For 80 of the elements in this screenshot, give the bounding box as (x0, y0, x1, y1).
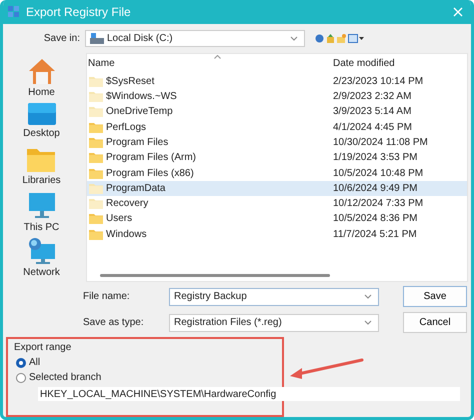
file-name: Recovery (106, 198, 148, 210)
chevron-icon (364, 320, 372, 325)
file-name: Windows (106, 228, 147, 240)
save-as-type-label: Save as type: (83, 317, 145, 328)
house-icon (26, 56, 56, 85)
close-icon[interactable] (453, 6, 463, 17)
file-name: OneDriveTemp (106, 106, 173, 118)
folder-icon (89, 213, 103, 224)
date-cell-text: 10/12/2024 7:33 PM (333, 198, 424, 210)
column-header[interactable]: Name (87, 58, 333, 70)
chevron-icon (290, 36, 298, 42)
sidebar-item[interactable]: Home (26, 56, 56, 99)
export-range-title: Export range (14, 342, 72, 353)
file-name: Program Files (106, 136, 168, 148)
folder-icon (89, 182, 103, 194)
column-header[interactable]: Date modified (333, 58, 467, 70)
file-row[interactable]: Program Files 10/30/2024 11:08 PM (87, 134, 467, 150)
date-cell-text: 10/6/2024 9:49 PM (333, 182, 419, 194)
branch-field[interactable]: HKEY_LOCAL_MACHINE\SYSTEM\HardwareConfig (38, 387, 460, 401)
date-cell-text: 10/5/2024 10:48 PM (333, 168, 424, 179)
view-menu-icon[interactable] (348, 34, 365, 44)
sidebar-item[interactable]: Desktop (23, 102, 60, 144)
folder-icon (89, 122, 103, 133)
registry-icon (8, 6, 20, 18)
file-name: $Windows.~WS (106, 91, 177, 102)
folder-icon (89, 106, 103, 118)
file-row[interactable]: ProgramData 10/6/2024 9:49 PM (87, 180, 467, 196)
date-cell-text: 4/1/2024 4:45 PM (333, 122, 413, 133)
monitor-icon (26, 192, 56, 220)
file-name: Users (106, 213, 132, 224)
file-row[interactable]: Program Files (x86) 10/5/2024 10:48 PM (87, 165, 467, 181)
file-row[interactable]: OneDriveTemp 3/9/2023 5:14 AM (87, 104, 467, 120)
save-in-dropdown[interactable]: Local Disk (C:) (85, 30, 305, 48)
file-name: Program Files (x86) (106, 168, 194, 179)
date-cell-text: 2/23/2023 10:14 PM (333, 76, 424, 87)
save-in-label: Save in: (42, 33, 81, 44)
drive-icon (90, 33, 104, 44)
radio-option[interactable]: All (16, 357, 276, 368)
date-cell-text: 2/9/2023 2:32 AM (333, 91, 412, 102)
date-cell-text: 10/5/2024 8:36 PM (333, 213, 419, 224)
date-cell-text: 10/30/2024 11:08 PM (333, 136, 429, 148)
file-type-dropdown[interactable]: Registration Files (*.reg) (169, 314, 379, 332)
sort-caret-icon (214, 54, 221, 59)
folder-icon (89, 91, 103, 102)
save-button[interactable]: Save (403, 286, 467, 307)
folder-icon (89, 136, 103, 148)
file-row[interactable]: Recovery 10/12/2024 7:33 PM (87, 196, 467, 212)
folder-icon (89, 76, 103, 87)
file-name: $SysReset (106, 76, 154, 87)
file-row[interactable]: $SysReset 2/23/2023 10:14 PM (87, 74, 467, 89)
date-cell-text: 3/9/2023 5:14 AM (333, 106, 412, 118)
sidebar-item[interactable]: Libraries (22, 146, 61, 189)
desktop-icon (26, 102, 56, 126)
folder-icon (89, 198, 103, 210)
folder-icon (89, 228, 103, 240)
file-row[interactable]: PerfLogs 4/1/2024 4:45 PM (87, 120, 467, 135)
date-cell-text: 1/19/2024 3:53 PM (333, 152, 419, 164)
network-icon (26, 236, 56, 265)
new-folder-icon[interactable] (337, 34, 346, 44)
window-title: Export Registry File (26, 4, 132, 19)
radio-option[interactable]: Selected branch (16, 372, 276, 383)
file-name: PerfLogs (106, 122, 146, 133)
folder-icon (89, 168, 103, 179)
date-cell-text: 11/7/2024 5:21 PM (333, 228, 418, 240)
file-name-label: File name: (83, 291, 131, 302)
sidebar-item[interactable]: Network (23, 236, 60, 279)
file-row[interactable]: $Windows.~WS 2/9/2023 2:32 AM (87, 88, 467, 104)
file-name-field[interactable]: Registry Backup (169, 288, 379, 306)
file-name: ProgramData (106, 182, 166, 194)
file-row[interactable]: Program Files (Arm) 1/19/2024 3:53 PM (87, 150, 467, 166)
chevron-icon (364, 294, 372, 299)
file-row[interactable]: Windows 11/7/2024 5:21 PM (87, 226, 467, 242)
file-name: Program Files (Arm) (106, 152, 196, 164)
scrollbar[interactable] (100, 274, 330, 277)
file-row[interactable]: Users 10/5/2024 8:36 PM (87, 211, 467, 227)
up-folder-icon[interactable] (326, 34, 335, 44)
sidebar-item[interactable]: This PC (24, 192, 60, 234)
folder-icon (26, 146, 56, 173)
cancel-button[interactable]: Cancel (403, 312, 467, 333)
folder-icon (89, 152, 103, 164)
